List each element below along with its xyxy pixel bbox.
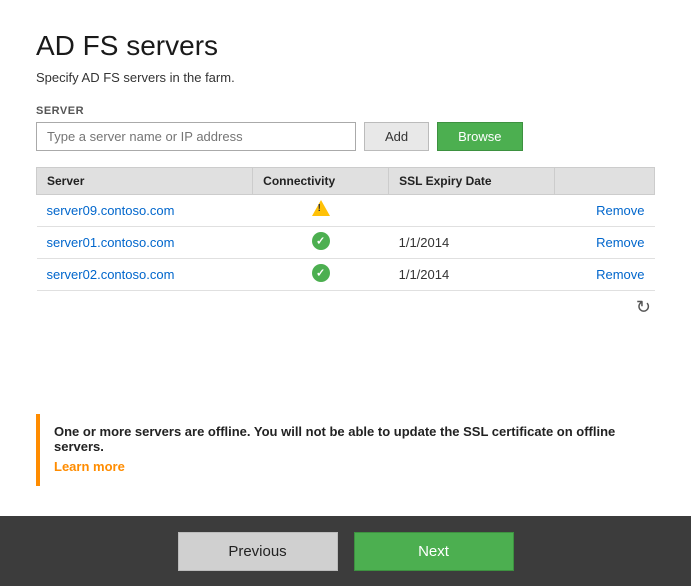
next-button[interactable]: Next [354, 532, 514, 571]
server-name-link[interactable]: server01.contoso.com [47, 235, 175, 250]
ssl-expiry-cell: 1/1/2014 [389, 259, 555, 291]
table-header-row: Server Connectivity SSL Expiry Date [37, 168, 655, 195]
warning-icon [312, 200, 330, 218]
main-content: AD FS servers Specify AD FS servers in t… [0, 0, 691, 516]
connectivity-cell [253, 195, 389, 227]
page-subtitle: Specify AD FS servers in the farm. [36, 70, 655, 85]
server-input[interactable] [36, 122, 356, 151]
ssl-expiry-cell: 1/1/2014 [389, 227, 555, 259]
table-row: server09.contoso.com Remove [37, 195, 655, 227]
server-input-row: Add Browse [36, 122, 655, 151]
remove-link[interactable]: Remove [596, 267, 644, 282]
remove-link[interactable]: Remove [596, 203, 644, 218]
server-name-link[interactable]: server02.contoso.com [47, 267, 175, 282]
connectivity-cell [253, 227, 389, 259]
ok-icon [312, 264, 330, 282]
server-field-label: SERVER [36, 105, 655, 117]
warning-message: One or more servers are offline. You wil… [54, 424, 641, 454]
col-server: Server [37, 168, 253, 195]
learn-more-link[interactable]: Learn more [54, 459, 125, 474]
remove-link[interactable]: Remove [596, 235, 644, 250]
col-ssl-expiry: SSL Expiry Date [389, 168, 555, 195]
ok-icon [312, 232, 330, 250]
browse-button[interactable]: Browse [437, 122, 522, 151]
server-table: Server Connectivity SSL Expiry Date serv… [36, 167, 655, 291]
previous-button[interactable]: Previous [178, 532, 338, 571]
table-row: server02.contoso.com 1/1/2014 Remove [37, 259, 655, 291]
table-row: server01.contoso.com 1/1/2014 Remove [37, 227, 655, 259]
col-connectivity: Connectivity [253, 168, 389, 195]
page-title: AD FS servers [36, 30, 655, 62]
spacer [36, 324, 655, 414]
server-name-link[interactable]: server09.contoso.com [47, 203, 175, 218]
add-button[interactable]: Add [364, 122, 429, 151]
footer: Previous Next [0, 516, 691, 586]
refresh-icon[interactable]: ↻ [636, 297, 651, 318]
warning-banner: One or more servers are offline. You wil… [36, 414, 655, 486]
ssl-expiry-cell [389, 195, 555, 227]
col-action [554, 168, 654, 195]
refresh-area: ↻ [36, 291, 655, 324]
connectivity-cell [253, 259, 389, 291]
